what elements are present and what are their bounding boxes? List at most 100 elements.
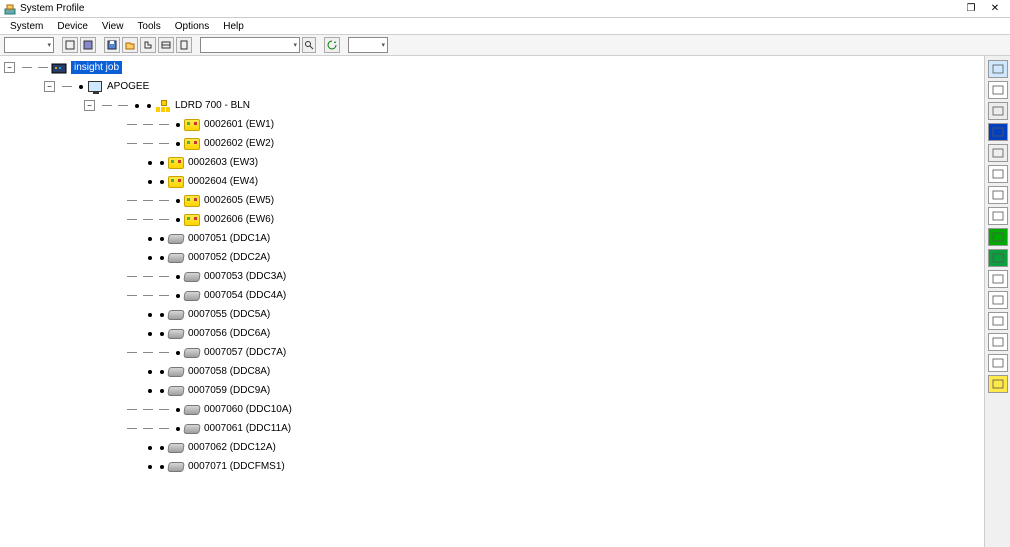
connector [127,219,137,220]
device-0007051[interactable]: 0007051 (DDC1A) [188,233,270,244]
connector [127,276,137,277]
device-0007053[interactable]: 0007053 (DDC3A) [204,271,286,282]
expander[interactable]: − [4,62,15,73]
toolbar-btn-refresh[interactable] [324,37,340,53]
toolbar-btn-save[interactable] [104,37,120,53]
module-icon [184,422,200,436]
dock-button-14[interactable] [988,333,1008,351]
menu-help[interactable]: Help [217,20,250,33]
bullet [79,85,83,89]
menu-view[interactable]: View [96,20,130,33]
node-apogee[interactable]: APOGEE [107,81,149,92]
dock-button-13[interactable] [988,312,1008,330]
bullet [176,218,180,222]
device-0007061[interactable]: 0007061 (DDC11A) [204,423,291,434]
device-0007059[interactable]: 0007059 (DDC9A) [188,385,270,396]
device-0007054[interactable]: 0007054 (DDC4A) [204,290,286,301]
dock-button-3[interactable] [988,102,1008,120]
toolbar-btn-find[interactable] [302,37,316,53]
menu-options[interactable]: Options [169,20,215,33]
bullet [148,256,152,260]
dock-button-10[interactable] [988,249,1008,267]
toolbar-btn-open[interactable] [122,37,138,53]
bullet [148,370,152,374]
tree-view[interactable]: − insight job − APOGEE − LDRD 700 - BLN 000260… [0,56,984,547]
controller-icon [184,213,200,227]
module-icon [184,403,200,417]
device-0002603[interactable]: 0002603 (EW3) [188,157,258,168]
device-0002604[interactable]: 0002604 (EW4) [188,176,258,187]
bullet [135,104,139,108]
expander[interactable]: − [44,81,55,92]
connector [159,352,169,353]
bullet [148,313,152,317]
bullet [160,237,164,241]
device-0002601[interactable]: 0002601 (EW1) [204,119,274,130]
dock-button-8[interactable] [988,207,1008,225]
toolbar-btn-2[interactable] [80,37,96,53]
module-icon [168,327,184,341]
menu-device[interactable]: Device [51,20,94,33]
monitor-icon [87,80,103,94]
toolbar: ▾ ▾ ▾ [0,34,1010,56]
dock-button-12[interactable] [988,291,1008,309]
maximize-button[interactable]: ❐ [964,2,978,16]
bullet [147,104,151,108]
device-0002606[interactable]: 0002606 (EW6) [204,214,274,225]
toolbar-combo-3[interactable]: ▾ [348,37,388,53]
device-0007071[interactable]: 0007071 (DDCFMS1) [188,461,285,472]
bullet [176,351,180,355]
dock-button-7[interactable] [988,186,1008,204]
connector [102,105,112,106]
dock-button-11[interactable] [988,270,1008,288]
toolbar-btn-7[interactable] [176,37,192,53]
device-0002605[interactable]: 0002605 (EW5) [204,195,274,206]
connector [143,295,153,296]
device-0007062[interactable]: 0007062 (DDC12A) [188,442,276,453]
device-0002602[interactable]: 0002602 (EW2) [204,138,274,149]
connector [143,219,153,220]
bullet [160,256,164,260]
expander[interactable]: − [84,100,95,111]
dock-button-5[interactable] [988,144,1008,162]
menu-tools[interactable]: Tools [131,20,166,33]
connector [118,105,128,106]
controller-icon [184,194,200,208]
network-icon [155,99,171,113]
dock-button-15[interactable] [988,354,1008,372]
root-label[interactable]: insight job [71,61,122,74]
dock-button-16[interactable] [988,375,1008,393]
toolbar-combo-2[interactable]: ▾ [200,37,300,53]
node-bln[interactable]: LDRD 700 - BLN [175,100,250,111]
device-0007056[interactable]: 0007056 (DDC6A) [188,328,270,339]
connector [159,276,169,277]
module-icon [168,232,184,246]
connector [62,86,72,87]
dock-button-6[interactable] [988,165,1008,183]
dock-button-2[interactable] [988,81,1008,99]
dock-button-9[interactable] [988,228,1008,246]
device-0007052[interactable]: 0007052 (DDC2A) [188,252,270,263]
module-icon [184,289,200,303]
toolbar-btn-5[interactable] [140,37,156,53]
device-0007057[interactable]: 0007057 (DDC7A) [204,347,286,358]
device-0007058[interactable]: 0007058 (DDC8A) [188,366,270,377]
dock-button-1[interactable] [988,60,1008,78]
bullet [148,446,152,450]
bullet [160,313,164,317]
root-icon [51,61,67,75]
connector [127,352,137,353]
toolbar-btn-6[interactable] [158,37,174,53]
device-0007060[interactable]: 0007060 (DDC10A) [204,404,292,415]
app-title: System Profile [20,3,964,14]
menu-system[interactable]: System [4,20,49,33]
bullet [148,465,152,469]
bullet [176,427,180,431]
toolbar-btn-1[interactable] [62,37,78,53]
bullet [160,446,164,450]
module-icon [168,365,184,379]
close-button[interactable]: ✕ [988,2,1002,16]
device-0007055[interactable]: 0007055 (DDC5A) [188,309,270,320]
dock-button-4[interactable] [988,123,1008,141]
toolbar-combo-1[interactable]: ▾ [4,37,54,53]
